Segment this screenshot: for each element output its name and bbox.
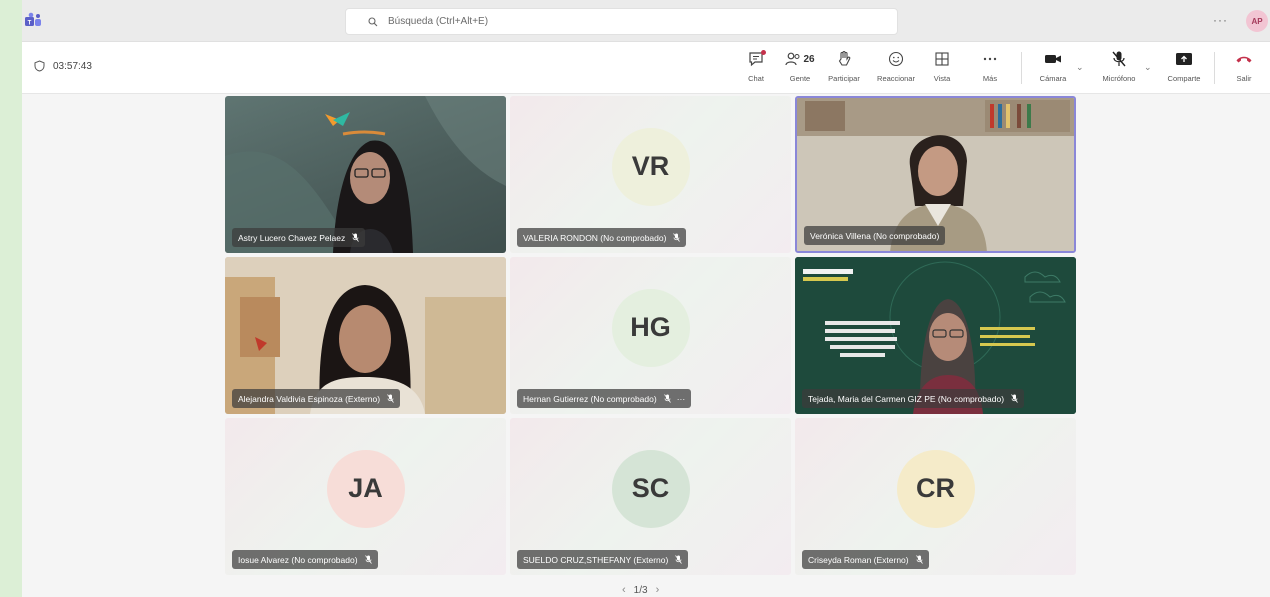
participant-avatar: VR [611,127,690,206]
people-button[interactable]: 26 Gente [778,48,822,90]
participant-name-tag: Tejada, Maria del Carmen GIZ PE (No comp… [802,389,1025,408]
search-placeholder: Búsqueda (Ctrl+Alt+E) [388,16,489,27]
participant-name: SUELDO CRUZ,STHEFANY (Externo) [523,554,669,565]
view-button[interactable]: Vista [920,48,964,90]
participant-tile[interactable]: SC SUELDO CRUZ,STHEFANY (Externo) [510,418,791,575]
profile-avatar[interactable]: AP [1246,10,1268,32]
participant-tile[interactable]: Alejandra Valdivia Espinoza (Externo) [225,257,506,414]
camera-label: Cámara [1039,74,1067,83]
leave-label: Salir [1236,74,1252,83]
teams-logo-icon[interactable]: T [24,12,42,28]
participant-name: VALERIA RONDON (No comprobado) [523,232,667,243]
participant-name-tag: Criseyda Roman (Externo) [802,550,929,569]
chat-label: Chat [748,74,764,83]
participant-name: Criseyda Roman (Externo) [808,554,909,565]
share-label: Comparte [1167,74,1201,83]
microphone-button[interactable]: Micrófono [1097,48,1141,90]
teams-window: T Búsqueda (Ctrl+Alt+E) ··· AP 03:57:43 [22,0,1270,597]
participant-name-tag: Verónica Villena (No comprobado) [804,226,946,245]
react-label: Reaccionar [877,74,915,83]
participant-tile[interactable]: Astry Lucero Chavez Pelaez [225,96,506,253]
participant-avatar: HG [611,288,690,367]
camera-button[interactable]: Cámara [1031,48,1075,90]
more-options-icon[interactable]: ··· [1213,13,1228,27]
search-icon [368,16,378,26]
participant-tile[interactable]: HG Hernan Gutierrez (No comprobado) ··· [510,257,791,414]
camera-options-chevron-icon[interactable]: ⌄ [1076,62,1084,73]
participant-avatar: JA [326,449,405,528]
mic-muted-icon [1011,394,1018,403]
participant-avatar: CR [896,449,975,528]
mic-muted-icon [387,394,394,403]
mic-muted-icon [663,394,671,403]
leave-button[interactable]: Salir [1222,48,1266,90]
participant-tile[interactable]: CR Criseyda Roman (Externo) [795,418,1076,575]
page-indicator: 1/3 [633,584,648,596]
chat-notification-dot [761,50,766,55]
share-button[interactable]: Comparte [1162,48,1206,90]
people-icon [785,52,800,66]
raise-hand-button[interactable]: Participar [822,48,866,90]
mic-muted-icon [675,555,683,564]
participant-name: Alejandra Valdivia Espinoza (Externo) [238,393,381,404]
more-label: Más [982,74,998,83]
mic-muted-icon [364,555,372,564]
mic-muted-icon [673,233,681,242]
camera-icon [1045,55,1061,63]
participant-tile[interactable]: Verónica Villena (No comprobado) [795,96,1076,253]
participant-tile[interactable]: Tejada, Maria del Carmen GIZ PE (No comp… [795,257,1076,414]
participant-name: Iosue Alvarez (No comprobado) [238,554,358,565]
gallery-pager: ‹ 1/3 › [622,584,659,596]
people-count: 26 [803,53,815,65]
chat-button[interactable]: Chat [734,48,778,90]
meeting-toolbar: 03:57:43 Chat 26 Gente Participar Reacci… [22,42,1270,94]
hang-up-icon [1236,56,1252,63]
meeting-timer: 03:57:43 [34,60,92,72]
participant-tile[interactable]: VR VALERIA RONDON (No comprobado) [510,96,791,253]
more-button[interactable]: Más [968,48,1012,90]
participant-name-tag: VALERIA RONDON (No comprobado) [517,228,687,247]
participant-name-tag: Astry Lucero Chavez Pelaez [232,228,366,247]
mic-muted-icon [915,555,923,564]
chevron-left-icon[interactable]: ‹ [622,584,626,596]
chevron-right-icon[interactable]: › [656,584,660,596]
react-button[interactable]: Reaccionar [874,48,918,90]
participant-name: Hernan Gutierrez (No comprobado) [523,393,657,404]
mic-muted-icon [352,233,360,242]
microphone-options-chevron-icon[interactable]: ⌄ [1144,62,1152,73]
people-label: Gente [789,74,811,83]
participant-name-tag: Hernan Gutierrez (No comprobado) ··· [517,389,692,408]
emoji-icon [888,51,904,67]
toolbar-divider [1021,52,1022,84]
raise-hand-icon [838,50,851,66]
toolbar-divider-2 [1214,52,1215,84]
search-input[interactable]: Búsqueda (Ctrl+Alt+E) [345,8,898,35]
participant-name: Astry Lucero Chavez Pelaez [238,232,346,243]
timer-text: 03:57:43 [53,60,92,72]
view-label: Vista [933,74,951,83]
raise-hand-label: Participar [828,74,860,83]
participant-name-tag: SUELDO CRUZ,STHEFANY (Externo) [517,550,689,569]
grid-view-icon [935,52,949,66]
svg-text:T: T [28,21,32,27]
participant-name-tag: Alejandra Valdivia Espinoza (Externo) [232,389,401,408]
participant-more-icon[interactable]: ··· [677,394,686,404]
shield-icon [34,60,45,72]
more-icon [983,57,997,61]
title-bar: T Búsqueda (Ctrl+Alt+E) ··· AP [22,0,1270,42]
participant-avatar: SC [611,449,690,528]
participant-name: Tejada, Maria del Carmen GIZ PE (No comp… [808,393,1005,404]
microphone-label: Micrófono [1102,74,1136,83]
participant-tile[interactable]: JA Iosue Alvarez (No comprobado) [225,418,506,575]
microphone-muted-icon [1112,51,1126,67]
share-screen-icon [1176,53,1192,65]
participant-name: Verónica Villena (No comprobado) [810,230,940,241]
participant-name-tag: Iosue Alvarez (No comprobado) [232,550,378,569]
